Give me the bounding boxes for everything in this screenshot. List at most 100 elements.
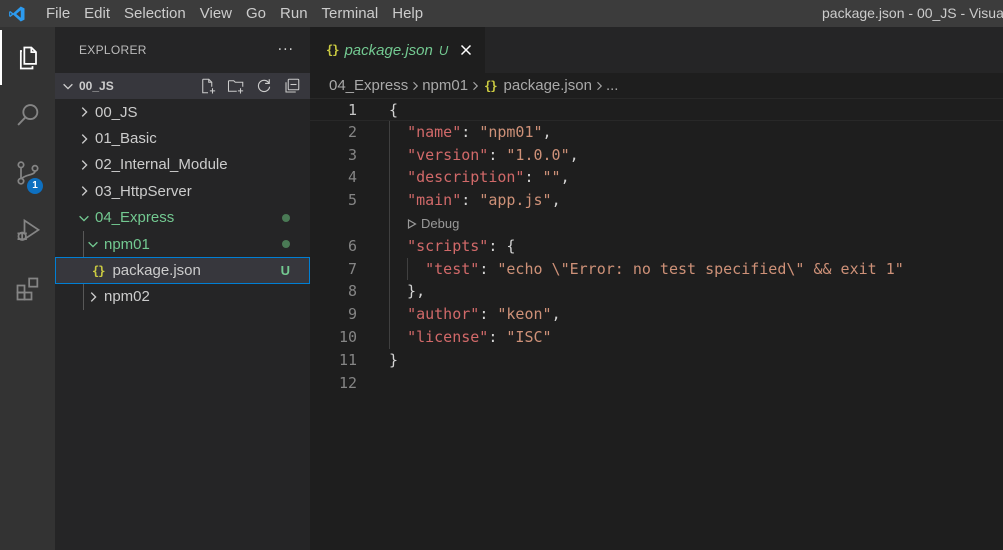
breadcrumb-item[interactable]: ... [606,77,619,94]
code-token: , [542,122,552,141]
code-token: "author" [407,305,480,324]
workspace-folder-header[interactable]: 00_JS [55,73,310,99]
codelens-debug[interactable]: Debug [407,216,459,231]
code-token: "app.js" [479,191,552,210]
codelens-label: Debug [421,216,460,231]
code-token: : [461,191,480,210]
line-number: 10 [338,328,357,346]
tree-item-00-js[interactable]: 00_JS [55,99,310,125]
code-token: , [551,305,561,324]
refresh-icon[interactable] [254,76,274,96]
code-token: "main" [407,191,462,210]
tree-item-npm02[interactable]: npm02 [55,283,310,311]
menu-run[interactable]: Run [273,0,315,27]
code-token: : [461,122,480,141]
json-file-icon: {} [484,78,497,93]
tab-untracked-status: U [438,42,449,58]
code-text: { [389,99,398,122]
tree-item-03-httpserver[interactable]: 03_HttpServer [55,178,310,204]
code-text: "test": "echo \"Error: no test specified… [389,258,904,281]
modified-dot [282,240,290,249]
breadcrumb-item[interactable]: package.json [504,77,592,94]
code-token: }, [389,282,426,301]
collapse-all-icon[interactable] [282,76,302,96]
menu-terminal[interactable]: Terminal [315,0,386,27]
tab-package-json[interactable]: {} package.json U [310,27,485,73]
activity-run-debug[interactable] [0,203,55,258]
activity-search[interactable] [0,87,55,142]
json-file-icon: {} [92,263,105,278]
untracked-status: U [280,263,290,279]
code-text: "name": "npm01", [389,121,552,144]
code-editor[interactable]: 1{2 "name": "npm01", 3 "version": "1.0.0"… [310,98,1003,550]
line-number: 3 [347,145,357,164]
title-bar: File Edit Selection View Go Run Terminal Help p… [0,0,1003,27]
code-token: : [479,305,498,324]
menu-selection[interactable]: Selection [117,0,193,27]
indent-guide [389,120,390,349]
activity-bar: 1 [0,27,55,550]
tree-item-01-basic[interactable]: 01_Basic [55,125,310,151]
tree-item-label: npm01 [104,235,150,253]
line-number: 11 [338,350,357,369]
modified-dot [282,213,290,222]
run-debug-icon [17,218,40,241]
code-token: "" [542,168,561,187]
indent-guide [83,283,84,311]
code-line: 6 "scripts": { [310,235,1003,258]
line-number: 4 [347,168,357,187]
folder-actions [198,76,310,96]
editor-tab-bar: {} package.json U [310,27,1003,73]
tree-item-npm01[interactable]: npm01 [55,230,310,258]
chevron-right-icon [75,184,93,198]
close-icon[interactable] [458,42,474,58]
activity-explorer[interactable] [0,30,55,85]
code-text: } [389,349,398,372]
menu-view[interactable]: View [193,0,239,27]
chevron-right-icon [84,290,102,304]
menu-edit[interactable]: Edit [77,0,117,27]
chevron-right-icon [592,80,606,92]
source-control-badge: 1 [27,178,43,194]
code-token: : [488,145,507,164]
activity-extensions[interactable] [0,261,55,316]
tab-label: package.json [344,41,433,59]
code-token: "npm01" [479,122,543,141]
menu-go[interactable]: Go [239,0,273,27]
code-line: 7 "test": "echo \"Error: no test specifi… [310,258,1003,281]
code-line: 11} [310,349,1003,372]
code-text: "license": "ISC" [389,326,552,349]
more-actions-button[interactable]: ··· [278,42,294,58]
json-file-icon: {} [326,43,339,57]
breadcrumb: 04_Express npm01 {} package.json ... [310,73,1003,98]
new-file-icon[interactable] [198,76,218,96]
menu-help[interactable]: Help [385,0,430,27]
tree-item-04-express[interactable]: 04_Express [55,205,310,231]
play-icon [407,218,417,229]
chevron-right-icon [75,158,93,172]
explorer-header: EXPLORER ··· [55,27,310,73]
chevron-right-icon [75,132,93,146]
code-line: 4 "description": "", [310,166,1003,189]
code-token: "scripts" [407,236,489,255]
code-token: "1.0.0" [506,145,570,164]
breadcrumb-item[interactable]: npm01 [422,77,468,94]
tree-item-02-internal-module[interactable]: 02_Internal_Module [55,152,310,178]
tree-item-package-json[interactable]: {} package.json U [55,257,310,284]
menu-file[interactable]: File [39,0,77,27]
explorer-sidebar: EXPLORER ··· 00_JS 00_JS 01_Basic 02_Int… [55,27,310,550]
code-line: 12 [310,372,1003,395]
code-token: "name" [407,122,462,141]
chevron-down-icon [75,211,93,225]
file-tree: 00_JS 01_Basic 02_Internal_Module 03_Htt… [55,99,310,311]
line-number: 5 [347,191,357,210]
code-token: : [479,259,498,278]
breadcrumb-item[interactable]: 04_Express [329,77,408,94]
activity-source-control[interactable]: 1 [0,145,55,200]
new-folder-icon[interactable] [226,76,246,96]
code-text: "scripts": { [389,235,515,258]
